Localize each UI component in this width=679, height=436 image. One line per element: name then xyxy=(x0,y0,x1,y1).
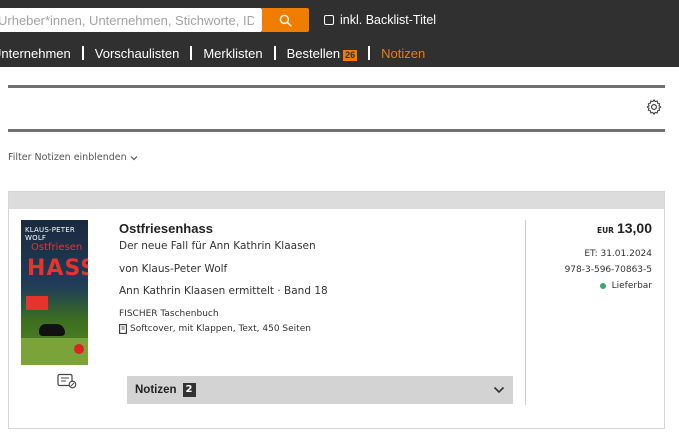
price: EUR 13,00 xyxy=(597,220,652,236)
book-publisher: FISCHER Taschenbuch xyxy=(119,309,219,319)
filter-notes-toggle[interactable]: Filter Notizen einblenden xyxy=(8,152,138,163)
book-subtitle: Der neue Fall für Ann Kathrin Klaasen xyxy=(119,240,316,252)
nav-separator xyxy=(368,46,371,60)
release-date: ET: 31.01.2024 xyxy=(584,249,652,259)
nav-separator xyxy=(190,46,193,60)
cart-count-badge: 26 xyxy=(343,49,358,61)
book-title[interactable]: Ostfriesenhass xyxy=(119,221,213,236)
cover-sticker xyxy=(26,296,48,310)
filter-notes-label: Filter Notizen einblenden xyxy=(8,152,127,163)
nav-item-vorschaulisten[interactable]: Vorschaulisten xyxy=(95,46,180,61)
search-input[interactable] xyxy=(0,8,262,32)
book-series: Ann Kathrin Klaasen ermittelt · Band 18 xyxy=(119,285,328,297)
book-cover[interactable]: KLAUS-PETER WOLF Ostfriesen HASS xyxy=(21,220,88,365)
nav-item-bestellen-label: Bestellen xyxy=(286,45,341,61)
nav-separator xyxy=(273,46,276,60)
book-format: Softcover, mit Klappen, Text, 450 Seiten xyxy=(119,324,311,334)
nav-separator xyxy=(81,46,84,60)
availability-status: Lieferbar xyxy=(599,281,652,291)
backlist-checkbox[interactable] xyxy=(324,15,334,25)
price-value: 13,00 xyxy=(616,220,652,236)
nav-item-bestellen[interactable]: Bestellen 26 xyxy=(287,46,358,61)
price-currency: EUR xyxy=(596,226,614,235)
nav-item-merklisten[interactable]: Merklisten xyxy=(203,46,262,61)
availability-label: Lieferbar xyxy=(611,281,652,291)
cover-title-top: Ostfriesen xyxy=(31,242,83,253)
top-bar: inkl. Backlist-Titel Unternehmen Vorscha… xyxy=(0,0,679,67)
notes-accordion[interactable]: Notizen 2 xyxy=(127,376,513,404)
isbn: 978-3-596-70863-5 xyxy=(564,265,652,275)
section-divider-bottom xyxy=(8,129,665,132)
nav-item-unternehmen[interactable]: Unternehmen xyxy=(0,46,71,61)
book-icon xyxy=(119,324,127,334)
notes-count-badge: 2 xyxy=(182,383,196,397)
chevron-down-icon xyxy=(130,155,138,160)
card-header xyxy=(9,192,664,209)
nav-item-notizen[interactable]: Notizen xyxy=(381,46,425,61)
column-divider xyxy=(525,220,526,405)
search-button[interactable] xyxy=(262,8,309,32)
cover-sheep xyxy=(39,324,65,336)
backlist-toggle[interactable]: inkl. Backlist-Titel xyxy=(324,10,436,30)
add-note-icon[interactable] xyxy=(57,373,77,389)
section-divider-top xyxy=(8,85,665,88)
backlist-label: inkl. Backlist-Titel xyxy=(340,13,437,27)
gear-icon[interactable] xyxy=(645,98,663,116)
cover-publisher-logo xyxy=(74,344,84,354)
availability-dot xyxy=(599,283,606,289)
notes-label: Notizen xyxy=(135,384,177,396)
cover-title-bottom: HASS xyxy=(27,256,88,281)
search-icon xyxy=(279,14,292,27)
cover-author: KLAUS-PETER WOLF xyxy=(25,226,75,242)
book-format-label: Softcover, mit Klappen, Text, 450 Seiten xyxy=(130,324,311,334)
book-author: von Klaus-Peter Wolf xyxy=(119,263,228,275)
main-nav: Unternehmen Vorschaulisten Merklisten Be… xyxy=(0,44,425,62)
chevron-down-icon xyxy=(493,386,505,394)
